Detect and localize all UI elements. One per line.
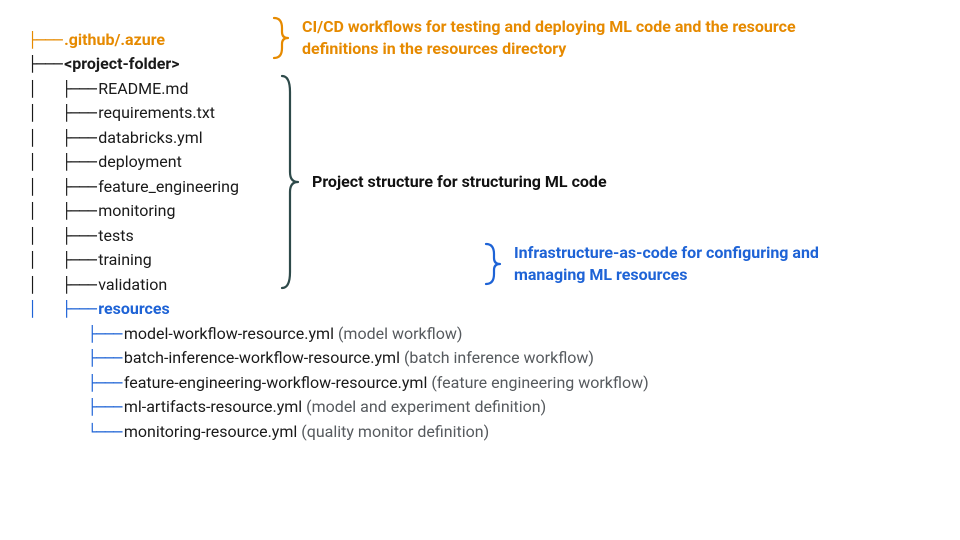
brace-icon: [278, 72, 300, 292]
tree-connector-icon: │ ├───: [28, 151, 96, 174]
tree-label: feature_engineering: [96, 175, 239, 200]
tree-connector-icon: │ ├───: [28, 225, 96, 248]
tree-connector-icon: ├───: [28, 53, 62, 76]
tree-connector-icon: │ ├───: [28, 127, 96, 150]
tree-label: deployment: [96, 150, 182, 175]
tree-label: training: [96, 248, 151, 273]
tree-connector-icon: │ ├───: [28, 200, 96, 223]
tree-label: resources: [96, 297, 169, 322]
tree-desc: (quality monitor definition): [297, 420, 489, 445]
tree-label: monitoring: [96, 199, 175, 224]
tree-connector-icon: └───: [28, 421, 122, 444]
tree-desc: (feature engineering workflow): [427, 371, 648, 396]
annotation-cicd: CI/CD workflows for testing and deployin…: [270, 16, 830, 60]
annotation-text: Infrastructure-as-code for configuring a…: [502, 242, 862, 285]
tree-row: ├─── ml-artifacts-resource.yml (model an…: [28, 396, 649, 421]
tree-label: .github/.azure: [62, 28, 165, 53]
tree-desc: (model and experiment definition): [302, 395, 546, 420]
annotation-iac: Infrastructure-as-code for configuring a…: [482, 242, 862, 286]
tree-connector-icon: │ ├───: [28, 274, 96, 297]
annotation-text: Project structure for structuring ML cod…: [300, 171, 607, 193]
tree-row-resources: │ ├─── resources: [28, 298, 649, 323]
annotation-text: CI/CD workflows for testing and deployin…: [290, 16, 830, 59]
tree-connector-icon: │ ├───: [28, 102, 96, 125]
tree-label: model-workflow-resource.yml: [122, 322, 334, 347]
tree-connector-icon: │ ├───: [28, 176, 96, 199]
tree-connector-icon: ├───: [28, 323, 122, 346]
tree-row: ├─── model-workflow-resource.yml (model …: [28, 322, 649, 347]
tree-connector-icon: │ ├───: [28, 249, 96, 272]
tree-label: validation: [96, 273, 167, 298]
tree-label: tests: [96, 224, 133, 249]
tree-connector-icon: ├───: [28, 372, 122, 395]
tree-connector-icon: │ ├───: [28, 78, 96, 101]
tree-label: requirements.txt: [96, 101, 215, 126]
brace-icon: [482, 242, 502, 286]
tree-label: databricks.yml: [96, 126, 202, 151]
tree-desc: (model workflow): [334, 322, 462, 347]
tree-desc: (batch inference workflow): [400, 346, 594, 371]
tree-connector-icon: ├───: [28, 347, 122, 370]
tree-label: batch-inference-workflow-resource.yml: [122, 346, 400, 371]
tree-connector-icon: ├───: [28, 29, 62, 52]
tree-label: feature-engineering-workflow-resource.ym…: [122, 371, 428, 396]
tree-label: <project-folder>: [62, 52, 179, 77]
tree-row: ├─── batch-inference-workflow-resource.y…: [28, 347, 649, 372]
tree-label: monitoring-resource.yml: [122, 420, 297, 445]
tree-connector-icon: ├───: [28, 396, 122, 419]
brace-icon: [270, 16, 290, 60]
tree-connector-icon: │ ├───: [28, 298, 96, 321]
tree-row: └─── monitoring-resource.yml (quality mo…: [28, 420, 649, 445]
tree-label: ml-artifacts-resource.yml: [122, 395, 302, 420]
tree-label: README.md: [96, 77, 188, 102]
tree-row: ├─── feature-engineering-workflow-resour…: [28, 371, 649, 396]
